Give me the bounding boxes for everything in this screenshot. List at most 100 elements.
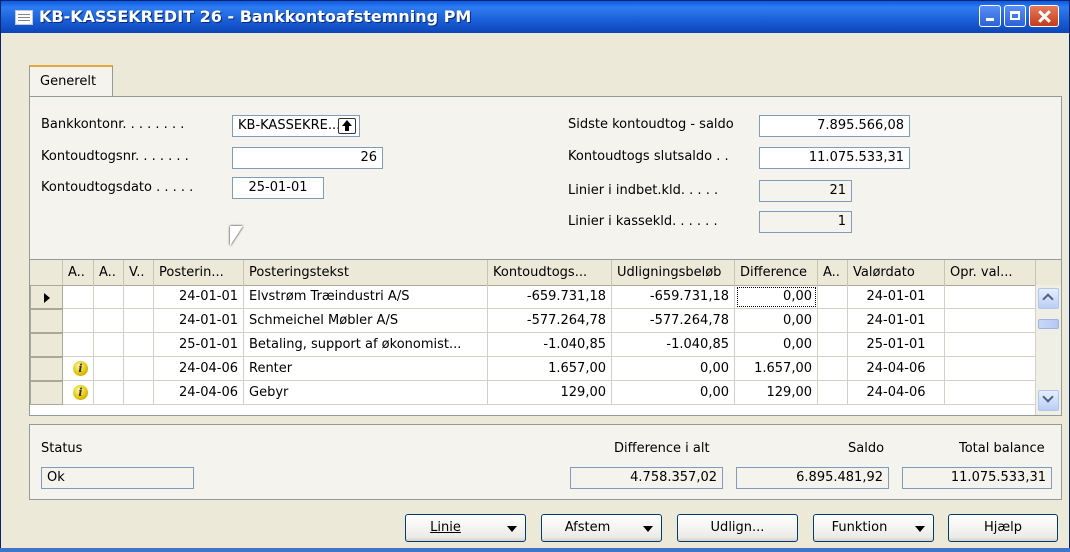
posteringstekst-cell[interactable]: Renter: [244, 357, 488, 381]
scroll-down-icon[interactable]: [1038, 390, 1059, 411]
table-cell[interactable]: [63, 309, 94, 333]
funktion-menu-button[interactable]: Funktion: [813, 514, 934, 542]
table-cell[interactable]: [94, 309, 124, 333]
table-cell[interactable]: [63, 333, 94, 357]
posteringstekst-cell[interactable]: Betaling, support af økonomist...: [244, 333, 488, 357]
table-cell[interactable]: [124, 309, 154, 333]
posteringstekst-cell[interactable]: Schmeichel Møbler A/S: [244, 309, 488, 333]
status-field: Ok: [41, 467, 194, 489]
posteringsdato-cell[interactable]: 24-01-01: [154, 285, 244, 309]
difference-cell[interactable]: 0,00: [735, 285, 818, 309]
row-selector[interactable]: [30, 381, 63, 405]
table-cell[interactable]: [94, 285, 124, 309]
lookup-arrow-icon[interactable]: [338, 118, 356, 134]
row-selector[interactable]: [30, 309, 63, 333]
info-icon[interactable]: i: [73, 385, 88, 400]
posteringsdato-cell[interactable]: 24-04-06: [154, 357, 244, 381]
kontoudtogsbelob-cell[interactable]: 1.657,00: [488, 357, 612, 381]
kontoudtogsbelob-cell[interactable]: -1.040,85: [488, 333, 612, 357]
valordato-cell[interactable]: 24-01-01: [848, 285, 945, 309]
kontoudtogsnr-field[interactable]: 26: [232, 147, 383, 169]
minimize-button[interactable]: [979, 5, 1001, 27]
column-header-a2[interactable]: A..: [94, 260, 124, 285]
udligningsbelob-cell[interactable]: 0,00: [612, 381, 735, 405]
table-cell[interactable]: [818, 357, 848, 381]
table-cell[interactable]: [94, 357, 124, 381]
table-cell[interactable]: [818, 333, 848, 357]
afstem-menu-button[interactable]: Afstem: [541, 514, 662, 542]
kontoudtogsbelob-cell[interactable]: 129,00: [488, 381, 612, 405]
udligningsbelob-cell[interactable]: -1.040,85: [612, 333, 735, 357]
valordato-cell[interactable]: 24-04-06: [848, 357, 945, 381]
posteringsdato-cell[interactable]: 24-04-06: [154, 381, 244, 405]
table-row[interactable]: 24-01-01 Schmeichel Møbler A/S -577.264,78…: [30, 309, 1036, 333]
valordato-cell[interactable]: 24-01-01: [848, 309, 945, 333]
kontoudtogsbelob-cell[interactable]: -577.264,78: [488, 309, 612, 333]
kontoudtogsdato-field[interactable]: 25-01-01: [232, 177, 324, 199]
udligningsbelob-cell[interactable]: -577.264,78: [612, 309, 735, 333]
table-cell[interactable]: [63, 285, 94, 309]
info-icon[interactable]: i: [73, 361, 88, 376]
difference-cell[interactable]: 0,00: [735, 309, 818, 333]
row-selector[interactable]: [30, 285, 63, 309]
column-header-posteringstekst[interactable]: Posteringstekst: [244, 260, 488, 285]
column-header-difference[interactable]: Difference: [735, 260, 818, 285]
help-button[interactable]: Hjælp: [948, 514, 1058, 542]
scroll-up-icon[interactable]: [1038, 288, 1059, 309]
table-cell[interactable]: [818, 285, 848, 309]
column-header-valordato[interactable]: Valørdato: [848, 260, 945, 285]
scroll-thumb[interactable]: [1038, 319, 1059, 329]
posteringsdato-cell[interactable]: 24-01-01: [154, 309, 244, 333]
table-cell[interactable]: [945, 357, 1036, 381]
bankkontonr-field[interactable]: KB-KASSEKRE...: [232, 115, 360, 137]
slutsaldo-field[interactable]: 11.075.533,31: [759, 147, 910, 169]
row-selector[interactable]: [30, 357, 63, 381]
table-cell[interactable]: [124, 381, 154, 405]
udligningsbelob-cell[interactable]: -659.731,18: [612, 285, 735, 309]
table-cell[interactable]: [945, 285, 1036, 309]
posteringstekst-cell[interactable]: Gebyr: [244, 381, 488, 405]
kontoudtogsbelob-cell[interactable]: -659.731,18: [488, 285, 612, 309]
valordato-cell[interactable]: 25-01-01: [848, 333, 945, 357]
close-button[interactable]: [1029, 5, 1059, 27]
column-header-kontoudtogsbelob[interactable]: Kontoudtogs...: [488, 260, 612, 285]
column-header-a1[interactable]: A..: [63, 260, 94, 285]
table-cell[interactable]: [818, 309, 848, 333]
table-cell[interactable]: [945, 309, 1036, 333]
column-header-v[interactable]: V..: [124, 260, 154, 285]
table-cell[interactable]: [124, 357, 154, 381]
table-cell[interactable]: [94, 381, 124, 405]
table-cell[interactable]: [945, 333, 1036, 357]
linie-menu-button[interactable]: Linie: [405, 514, 526, 542]
table-row[interactable]: 25-01-01 Betaling, support af økonomist..…: [30, 333, 1036, 357]
title-bar[interactable]: KB-KASSEKREDIT 26 - Bankkontoafstemning …: [1, 1, 1069, 33]
table-cell[interactable]: [124, 333, 154, 357]
sidste-saldo-field[interactable]: 7.895.566,08: [759, 115, 910, 137]
table-cell[interactable]: i: [63, 381, 94, 405]
udligningsbelob-cell[interactable]: 0,00: [612, 357, 735, 381]
table-cell[interactable]: [818, 381, 848, 405]
maximize-button[interactable]: [1004, 5, 1026, 27]
valordato-cell[interactable]: 24-04-06: [848, 381, 945, 405]
posteringsdato-cell[interactable]: 25-01-01: [154, 333, 244, 357]
column-header-posteringsdato[interactable]: Posterin...: [154, 260, 244, 285]
difference-cell[interactable]: 1.657,00: [735, 357, 818, 381]
row-selector[interactable]: [30, 333, 63, 357]
table-row[interactable]: 24-01-01 Elvstrøm Træindustri A/S -659.731…: [30, 285, 1036, 309]
table-row[interactable]: i 24-04-06 Gebyr 129,00 0,00 129,00 24-04-06: [30, 381, 1036, 405]
difference-cell[interactable]: 0,00: [735, 333, 818, 357]
posteringstekst-cell[interactable]: Elvstrøm Træindustri A/S: [244, 285, 488, 309]
column-header-a3[interactable]: A..: [818, 260, 848, 285]
table-cell[interactable]: [124, 285, 154, 309]
column-header-opr-valuta[interactable]: Opr. val...: [945, 260, 1036, 285]
table-cell[interactable]: [945, 381, 1036, 405]
table-cell[interactable]: i: [63, 357, 94, 381]
difference-cell[interactable]: 129,00: [735, 381, 818, 405]
udlign-button[interactable]: Udlign...: [677, 514, 798, 542]
vertical-scrollbar[interactable]: [1035, 285, 1061, 415]
table-row[interactable]: i 24-04-06 Renter 1.657,00 0,00 1.657,00 24-04…: [30, 357, 1036, 381]
table-cell[interactable]: [94, 333, 124, 357]
reconciliation-window: KB-KASSEKREDIT 26 - Bankkontoafstemning …: [0, 0, 1070, 552]
tab-generelt[interactable]: Generelt: [29, 65, 113, 97]
column-header-udligningsbelob[interactable]: Udligningsbeløb: [612, 260, 735, 285]
